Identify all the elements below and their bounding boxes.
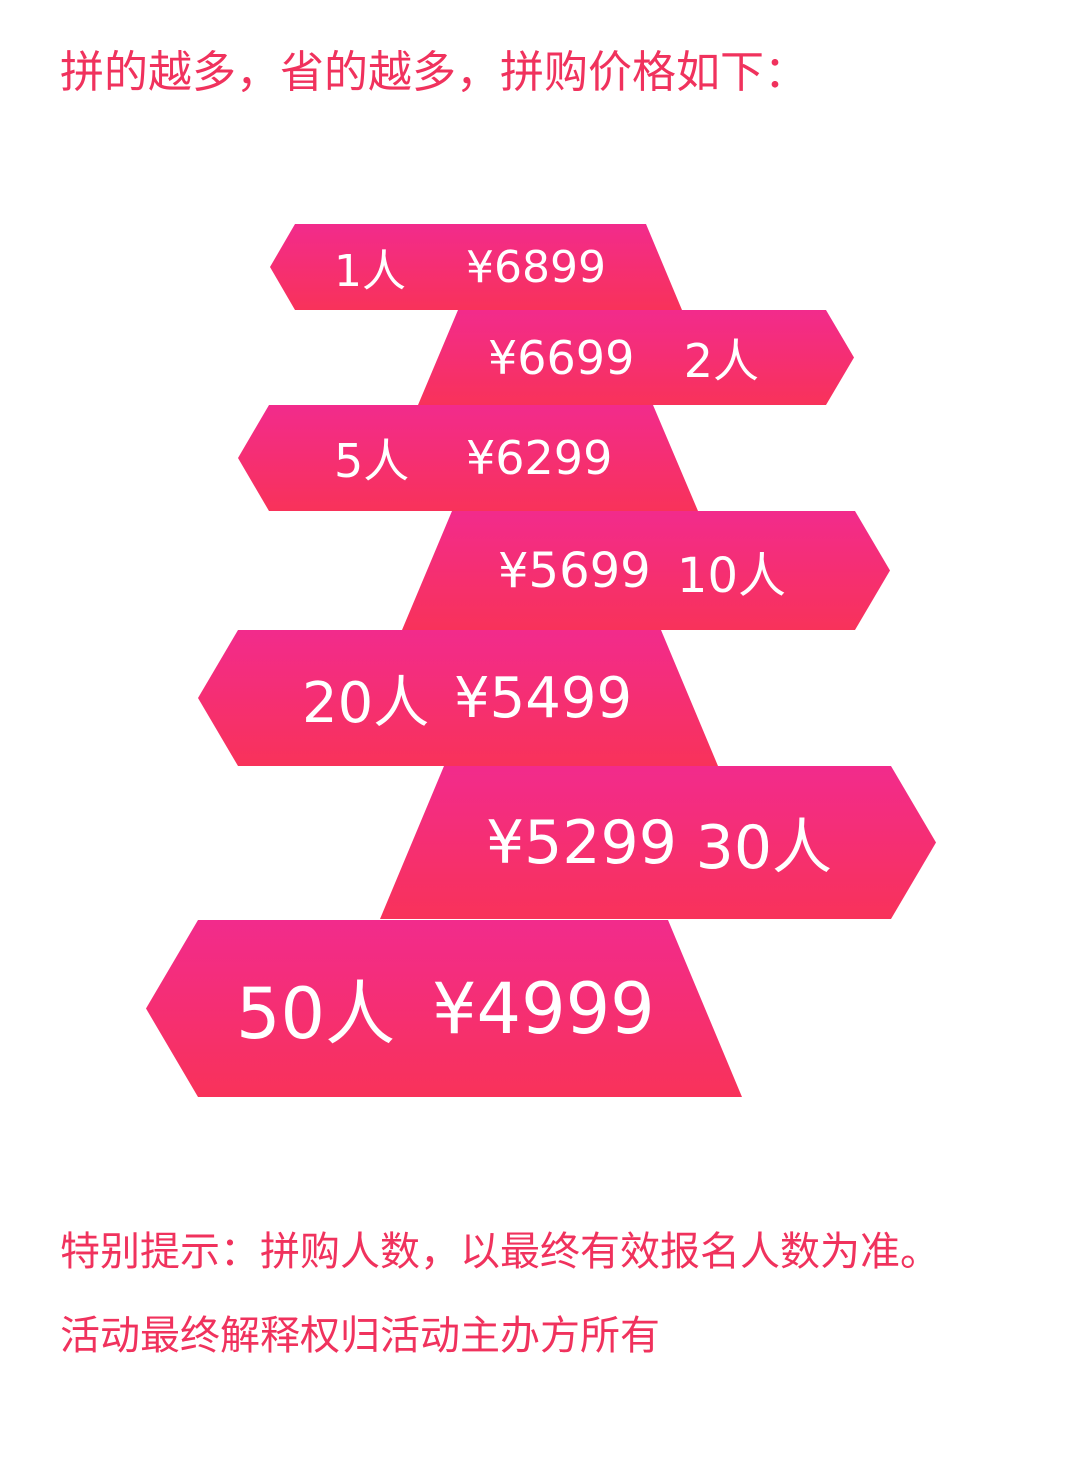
price-tier-7: 50人 ¥4999: [146, 920, 742, 1097]
price-tier-3: 5人 ¥6299: [238, 405, 698, 511]
tier-people-count: 50人: [236, 973, 396, 1055]
tier-people-count: 10人: [676, 547, 786, 604]
tier-people-count: 2人: [683, 333, 759, 388]
tier-people-count: 5人: [334, 434, 410, 488]
tier-price: ¥5299: [486, 807, 677, 878]
tier-price: ¥6299: [466, 431, 613, 485]
rights-note: 活动最终解释权归活动主办方所有: [60, 1313, 660, 1359]
tier-price: ¥5699: [498, 542, 651, 599]
price-tier-6: ¥5299 30人: [380, 766, 936, 919]
tier-people-count: 30人: [695, 813, 832, 883]
tier-people-count: 1人: [334, 246, 406, 297]
tier-price: ¥6699: [488, 330, 635, 385]
price-tier-2: ¥6699 2人: [418, 310, 854, 405]
price-tier-4: ¥5699 10人: [402, 511, 890, 630]
tier-price: ¥6899: [466, 241, 606, 293]
price-tier-1: 1人 ¥6899: [270, 224, 682, 310]
tier-people-count: 20人: [302, 670, 430, 736]
tier-price: ¥5499: [454, 665, 633, 731]
special-tip-note: 特别提示：拼购人数，以最终有效报名人数为准。: [60, 1229, 940, 1275]
tier-price: ¥4999: [432, 967, 655, 1050]
price-tier-5: 20人 ¥5499: [198, 630, 718, 766]
